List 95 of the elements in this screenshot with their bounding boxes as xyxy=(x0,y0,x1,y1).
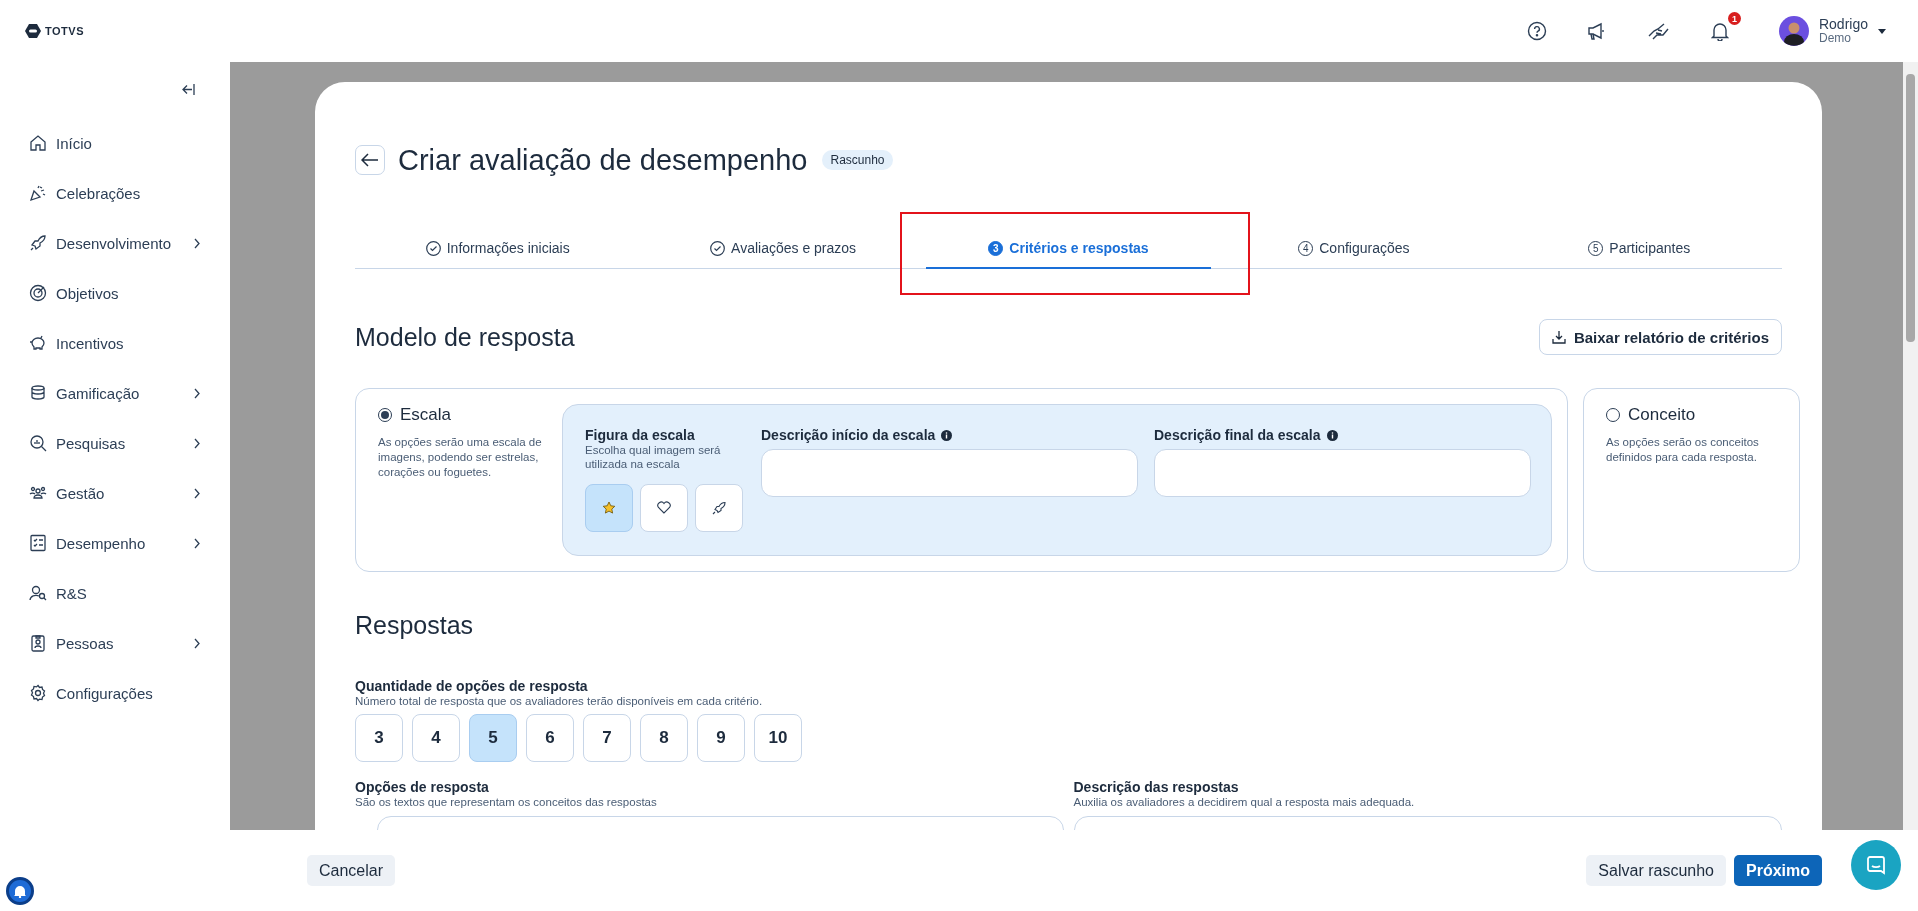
quantity-option[interactable]: 9 xyxy=(697,714,745,763)
nav-icon xyxy=(29,234,47,252)
option-label: Escala xyxy=(400,405,452,425)
sidebar-item[interactable]: Pessoas xyxy=(0,618,228,668)
megaphone-icon[interactable] xyxy=(1586,21,1607,41)
user-menu[interactable]: Rodrigo Demo xyxy=(1778,16,1886,46)
quantity-option[interactable]: 10 xyxy=(754,714,802,763)
step-tab[interactable]: 4 Configurações xyxy=(1211,229,1497,269)
field-hint: São os textos que representam os conceitos das respostas xyxy=(355,795,658,810)
collapse-icon[interactable] xyxy=(182,84,195,95)
field-label: Descrição das respostas xyxy=(1073,779,1240,796)
info-icon xyxy=(1326,429,1338,441)
input-field[interactable] xyxy=(1154,449,1531,497)
field-label: Opções de resposta xyxy=(355,779,490,796)
bell-icon xyxy=(13,884,27,898)
field-label: Quantidade de opções de resposta xyxy=(355,678,589,694)
heart-icon xyxy=(657,501,671,515)
sidebar-item[interactable]: Pesquisas xyxy=(0,418,228,468)
notification-count: 1 xyxy=(1727,12,1741,25)
logo-icon xyxy=(25,24,41,38)
step-tab[interactable]: Avaliações e prazos xyxy=(640,229,926,269)
handshake-icon[interactable] xyxy=(1646,21,1671,41)
option-description: As opções serão uma escala de imagens, podendo ser estrelas, corações ou foguetes. xyxy=(378,435,543,480)
check-circle-icon xyxy=(710,240,726,256)
step-tab[interactable]: Informações iniciais xyxy=(355,229,641,269)
user-name: Rodrigo xyxy=(1818,17,1868,33)
notification-bell-icon[interactable] xyxy=(1710,21,1729,41)
step-tab[interactable]: 5 Participantes xyxy=(1496,229,1782,269)
step-tab[interactable]: 3 Critérios e respostas xyxy=(925,229,1212,269)
nav-icon xyxy=(29,684,47,702)
quantity-option[interactable]: 4 xyxy=(412,714,460,763)
nav-icon xyxy=(29,484,47,502)
option-description: As opções serão os conceitos definidos para cada resposta. xyxy=(1606,435,1760,465)
nav-icon xyxy=(29,184,47,202)
rocket-icon xyxy=(712,500,726,515)
help-icon[interactable] xyxy=(1526,21,1547,41)
quantity-option[interactable]: 3 xyxy=(355,714,403,763)
avatar-icon xyxy=(1778,16,1809,46)
notification-button[interactable] xyxy=(6,877,34,905)
field-hint: Escolha qual imagem será utilizada na escala xyxy=(585,443,722,472)
sidebar-item[interactable]: Desenvolvimento xyxy=(0,218,228,268)
field-hint: Auxilia os avaliadores a decidirem qual a resposta mais adequada. xyxy=(1073,795,1416,810)
section-title: Modelo de resposta xyxy=(355,322,575,352)
sidebar-item[interactable]: Gamificação xyxy=(0,368,228,418)
nav-icon xyxy=(29,634,47,652)
sidebar-item[interactable]: Objetivos xyxy=(0,268,228,318)
chevron-right-icon xyxy=(194,487,200,499)
status-badge: Rascunho xyxy=(822,150,893,170)
download-icon xyxy=(1551,330,1566,344)
chevron-right-icon xyxy=(194,637,200,649)
sidebar-item[interactable]: Início xyxy=(0,118,228,168)
nav-icon xyxy=(29,584,47,602)
sidebar-item[interactable]: Gestão xyxy=(0,468,228,518)
sidebar-item[interactable]: Incentivos xyxy=(0,318,228,368)
quantity-option[interactable]: 8 xyxy=(640,714,688,763)
sidebar-item[interactable]: Configurações xyxy=(0,668,228,718)
page-title: Criar avaliação de desempenho xyxy=(398,143,808,177)
sidebar-item[interactable]: Celebrações xyxy=(0,168,228,218)
nav-icon xyxy=(29,334,47,352)
sidebar-item[interactable]: R&S xyxy=(0,568,228,618)
quantity-option[interactable]: 5 xyxy=(469,714,517,763)
quantity-option[interactable]: 7 xyxy=(583,714,631,763)
section-title: Respostas xyxy=(355,611,475,640)
nav-icon xyxy=(29,434,47,452)
user-role: Demo xyxy=(1818,32,1851,45)
cancel-button[interactable]: Cancelar xyxy=(307,855,396,886)
chat-icon xyxy=(1866,855,1886,875)
step-number: 3 xyxy=(988,240,1004,256)
field-label: Descrição início da escala xyxy=(761,427,936,443)
back-arrow-icon xyxy=(361,153,379,167)
star-icon xyxy=(602,500,616,515)
scrollbar[interactable] xyxy=(1903,62,1918,830)
option-label: Conceito xyxy=(1628,405,1696,425)
save-draft-button[interactable]: Salvar rascunho xyxy=(1586,855,1726,886)
field-label: Figura da escala xyxy=(585,427,696,443)
chevron-right-icon xyxy=(194,537,200,549)
sidebar-item[interactable]: Desempenho xyxy=(0,518,228,568)
nav-icon xyxy=(29,284,47,302)
back-button[interactable] xyxy=(355,145,385,175)
logo-text: TOTVS xyxy=(45,25,84,37)
quantity-option[interactable]: 6 xyxy=(526,714,574,763)
download-button[interactable]: Baixar relatório de critérios xyxy=(1538,319,1782,355)
chevron-right-icon xyxy=(194,237,200,249)
next-button[interactable]: Próximo xyxy=(1734,855,1822,886)
nav-icon xyxy=(29,384,47,402)
chevron-right-icon xyxy=(194,387,200,399)
caret-icon xyxy=(1878,28,1886,34)
info-icon xyxy=(941,429,953,441)
nav-icon xyxy=(29,134,47,152)
check-circle-icon xyxy=(425,240,441,256)
nav-icon xyxy=(29,534,47,552)
chevron-right-icon xyxy=(194,437,200,449)
field-label: Descrição final da escala xyxy=(1154,427,1321,443)
input-field[interactable] xyxy=(761,449,1138,497)
field-hint: Número total de resposta que os avaliadores terão disponíveis em cada critério. xyxy=(355,694,764,709)
